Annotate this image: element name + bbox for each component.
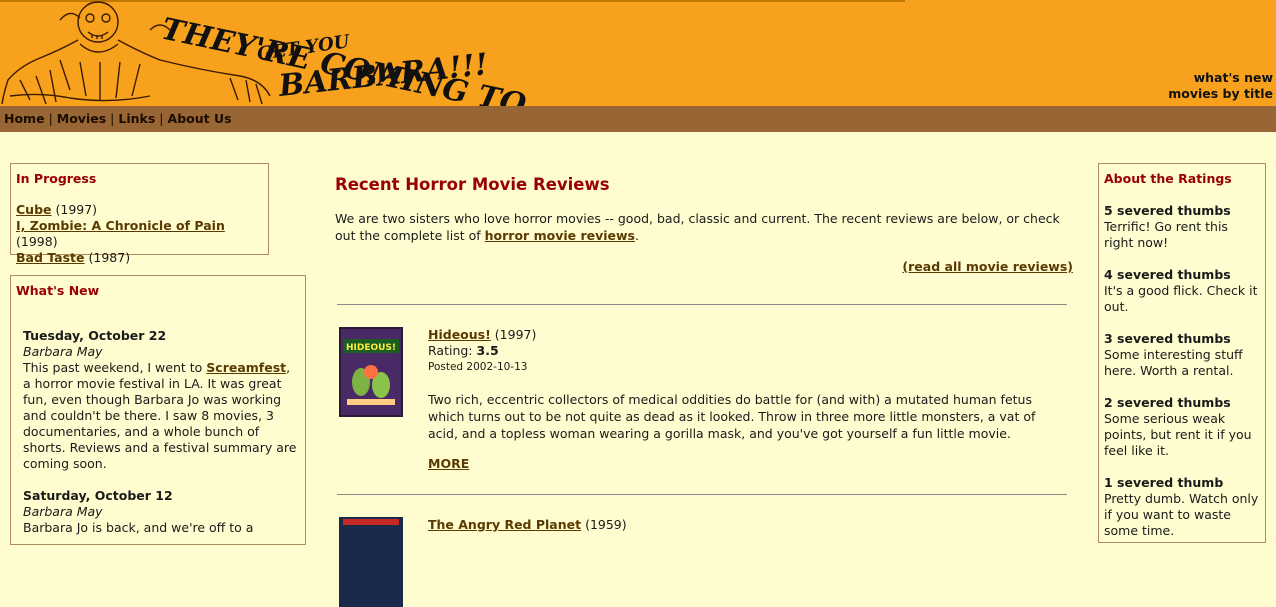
- rating-entry: 1 severed thumb Pretty dumb. Watch only i…: [1104, 475, 1260, 539]
- about-ratings-title: About the Ratings: [1104, 171, 1232, 186]
- review-rating: Rating: 3.5: [428, 343, 1068, 359]
- rating-entry-label: 4 severed thumbs: [1104, 267, 1231, 282]
- in-progress-item: I, Zombie: A Chronicle of Pain (1998): [16, 218, 263, 250]
- read-all-reviews-link[interactable]: (read all movie reviews): [902, 259, 1073, 274]
- rating-entry-label: 1 severed thumb: [1104, 475, 1224, 490]
- movies-by-title-link[interactable]: movies by title: [1168, 86, 1273, 102]
- in-progress-link-cube[interactable]: Cube: [16, 202, 52, 217]
- review-year: (1959): [585, 517, 627, 532]
- poster-image-angry-red-planet[interactable]: [339, 517, 403, 607]
- whats-new-box: What's New Tuesday, October 22 Barbara M…: [10, 275, 306, 545]
- nav-separator: |: [159, 111, 164, 126]
- review-year: (1997): [494, 327, 537, 342]
- rating-label: Rating:: [428, 343, 477, 358]
- site-header: THEY'RE COMING TO GET YOU BARBARA!!! wha…: [0, 0, 1276, 106]
- in-progress-title: In Progress: [16, 171, 97, 186]
- in-progress-year: (1998): [16, 234, 58, 249]
- rating-entry-label: 5 severed thumbs: [1104, 203, 1231, 218]
- in-progress-link-i-zombie[interactable]: I, Zombie: A Chronicle of Pain: [16, 218, 225, 233]
- poster-title: HIDEOUS!: [346, 343, 396, 353]
- about-ratings-box: About the Ratings 5 severed thumbs Terrif…: [1098, 163, 1266, 543]
- in-progress-link-bad-taste[interactable]: Bad Taste: [16, 250, 85, 265]
- nav-separator: |: [48, 111, 53, 126]
- news-text: This past weekend, I went to Screamfest,…: [23, 360, 300, 472]
- rating-entry-text: Some serious weak points, but rent it if…: [1104, 411, 1252, 458]
- main-content: Recent Horror Movie Reviews We are two s…: [335, 175, 1075, 274]
- nav-home[interactable]: Home: [4, 111, 45, 126]
- news-date: Saturday, October 12: [23, 488, 173, 503]
- rating-entry-text: Pretty dumb. Watch only if you want to w…: [1104, 491, 1259, 538]
- in-progress-year: (1997): [55, 202, 98, 217]
- screamfest-link[interactable]: Screamfest: [206, 360, 286, 375]
- rating-entry: 3 severed thumbs Some interesting stuff h…: [1104, 331, 1260, 379]
- intro-text-part: .: [635, 228, 639, 243]
- rating-entry-label: 2 severed thumbs: [1104, 395, 1231, 410]
- in-progress-item: Bad Taste (1987): [16, 250, 263, 266]
- news-text: Barbara Jo is back, and we're off to a: [23, 520, 254, 535]
- in-progress-box: In Progress Cube (1997) I, Zombie: A Chr…: [10, 163, 269, 265]
- horror-reviews-link[interactable]: horror movie reviews: [485, 228, 635, 243]
- news-entry: Tuesday, October 22 Barbara May This pas…: [23, 328, 300, 472]
- rating-entry: 4 severed thumbs It's a good flick. Check…: [1104, 267, 1260, 315]
- rating-entry-text: It's a good flick. Check it out.: [1104, 283, 1258, 314]
- rating-entry-text: Some interesting stuff here. Worth a ren…: [1104, 347, 1243, 378]
- rating-entry: 5 severed thumbs Terrific! Go rent this r…: [1104, 203, 1260, 251]
- header-links: what's new movies by title: [1168, 70, 1273, 102]
- divider: [337, 304, 1067, 305]
- whats-new-link[interactable]: what's new: [1168, 70, 1273, 86]
- news-date: Tuesday, October 22: [23, 328, 167, 343]
- banner-logo[interactable]: THEY'RE COMING TO GET YOU BARBARA!!!: [0, 0, 530, 106]
- nav-movies[interactable]: Movies: [57, 111, 106, 126]
- intro-text-part: We are two sisters who love horror movie…: [335, 211, 1060, 243]
- review-body: Two rich, eccentric collectors of medica…: [428, 392, 1036, 441]
- rating-entry-label: 3 severed thumbs: [1104, 331, 1231, 346]
- review-posted: Posted 2002-10-13: [428, 361, 528, 373]
- intro-text: We are two sisters who love horror movie…: [335, 210, 1070, 244]
- more-link[interactable]: MORE: [428, 456, 469, 471]
- nav-links[interactable]: Links: [118, 111, 155, 126]
- nav-about-us[interactable]: About Us: [168, 111, 232, 126]
- divider: [337, 494, 1067, 495]
- whats-new-title: What's New: [16, 283, 100, 298]
- rating-entry-text: Terrific! Go rent this right now!: [1104, 219, 1228, 250]
- news-text-part: This past weekend, I went to: [23, 360, 207, 375]
- review-title-link[interactable]: Hideous!: [428, 327, 491, 342]
- in-progress-item: Cube (1997): [16, 202, 263, 218]
- main-nav: Home | Movies | Links | About Us: [0, 106, 1276, 132]
- nav-separator: |: [110, 111, 115, 126]
- rating-value: 3.5: [476, 343, 499, 358]
- in-progress-year: (1987): [88, 250, 131, 265]
- rating-entry: 2 severed thumbs Some serious weak points…: [1104, 395, 1260, 459]
- news-author: Barbara May: [23, 504, 103, 519]
- news-text-part: , a horror movie festival in LA. It was …: [23, 360, 297, 471]
- review-title-link[interactable]: The Angry Red Planet: [428, 517, 581, 532]
- news-author: Barbara May: [23, 344, 103, 359]
- poster-image-hideous[interactable]: HIDEOUS!: [339, 327, 403, 417]
- page-title: Recent Horror Movie Reviews: [335, 175, 610, 194]
